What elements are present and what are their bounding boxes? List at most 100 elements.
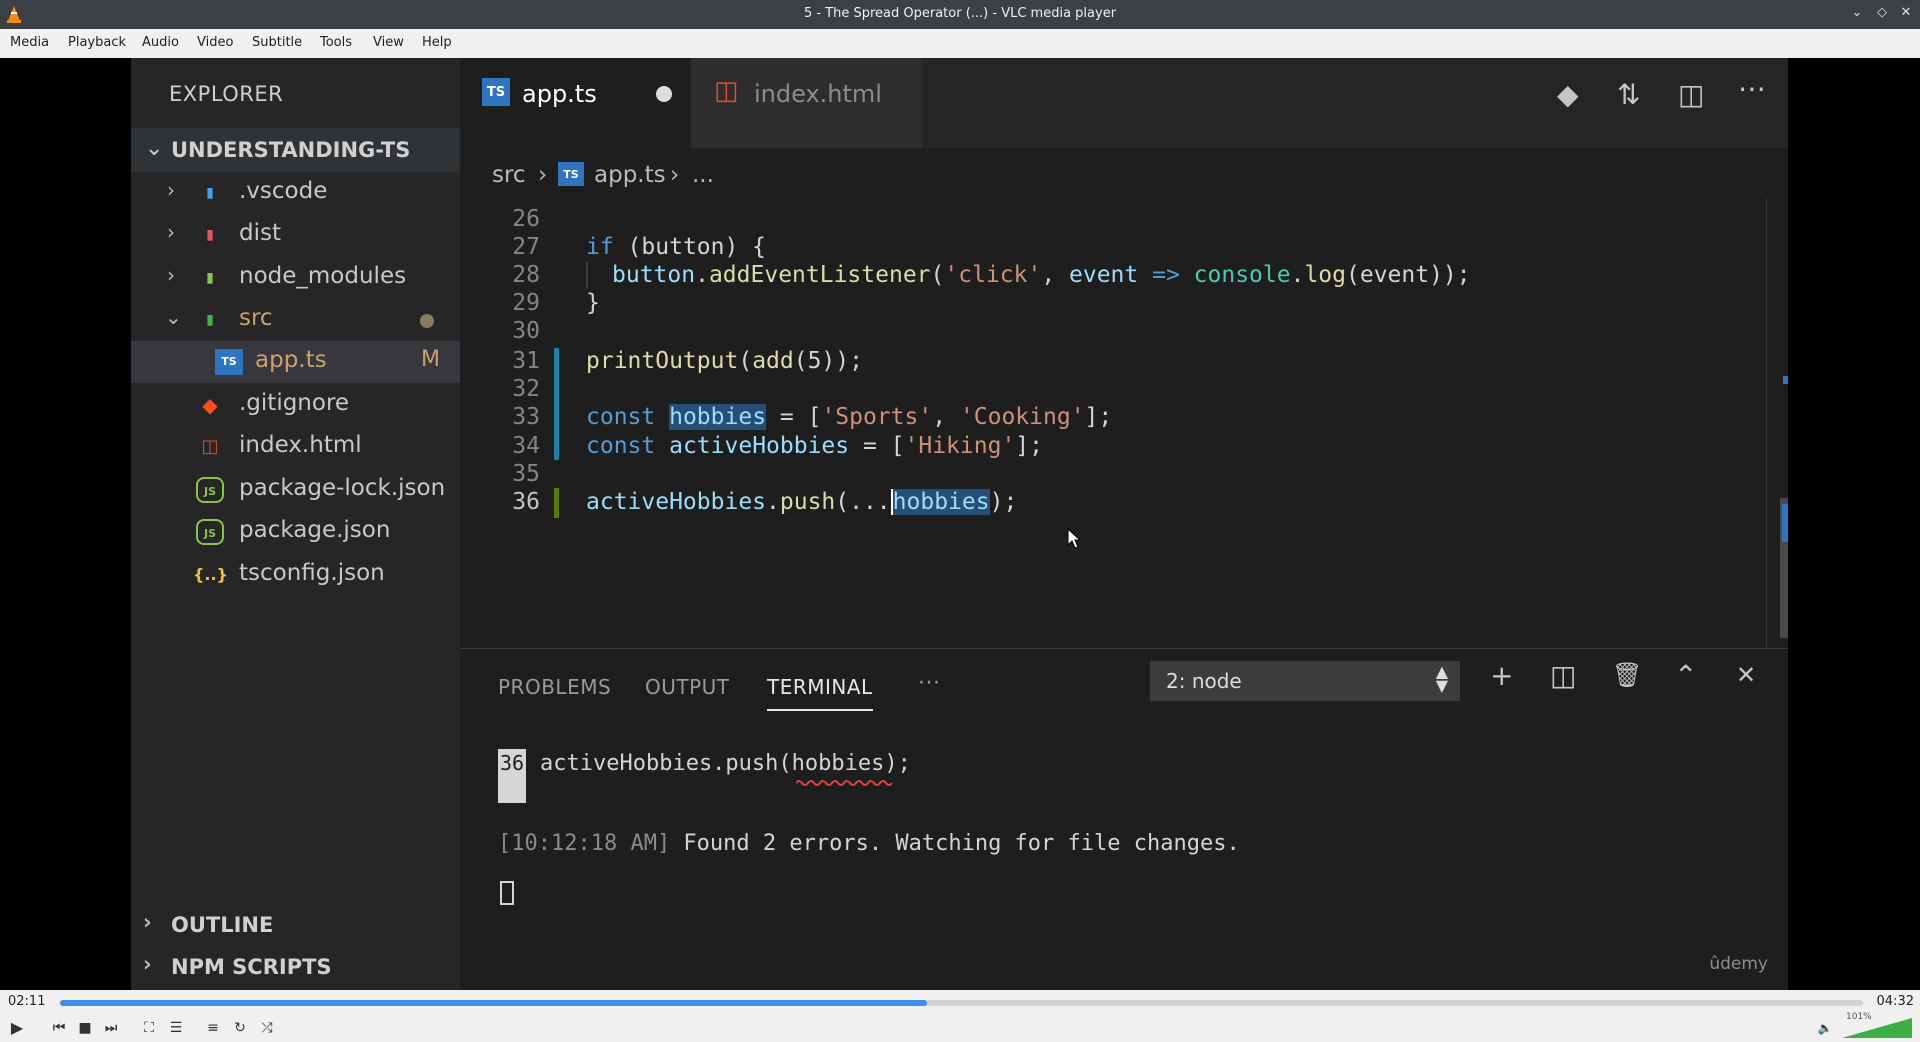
- extended-settings-icon[interactable]: ☰: [165, 1017, 187, 1039]
- menu-audio[interactable]: Audio: [142, 35, 179, 50]
- tab-label: index.html: [754, 80, 882, 108]
- tree-item-label: app.ts: [255, 347, 327, 373]
- tab-terminal[interactable]: TERMINAL: [767, 675, 873, 711]
- next-icon[interactable]: ⏭: [100, 1017, 122, 1039]
- menu-tools[interactable]: Tools: [320, 35, 352, 50]
- play-icon[interactable]: ▶: [6, 1017, 28, 1039]
- tab-problems[interactable]: PROBLEMS: [498, 675, 611, 699]
- plus-icon[interactable]: +: [1490, 659, 1513, 692]
- outline-label: OUTLINE: [171, 913, 274, 937]
- tab-output[interactable]: OUTPUT: [645, 675, 730, 699]
- menu-view[interactable]: View: [373, 35, 404, 50]
- tree-item-label: dist: [239, 220, 281, 246]
- select-arrows-icon: ▲ ▼: [1435, 662, 1448, 695]
- menu-bar: Media Playback Audio Video Subtitle Tool…: [0, 29, 1920, 58]
- elapsed-time: 02:11: [8, 994, 46, 1009]
- stop-icon[interactable]: ■: [74, 1017, 96, 1039]
- chevron-right-icon: ›: [143, 910, 152, 934]
- overview-ruler-marker: [1782, 504, 1788, 542]
- tree-item-vscode: › ▮ .vscode: [131, 172, 460, 214]
- fullscreen-icon[interactable]: ⛶: [138, 1017, 160, 1039]
- split-terminal-icon[interactable]: ◫: [1550, 659, 1576, 692]
- more-tabs-icon[interactable]: ···: [918, 671, 940, 696]
- tree-item-label: node_modules: [239, 263, 407, 289]
- error-line-number: 36: [498, 749, 526, 803]
- chevron-up-icon[interactable]: ⌃: [1674, 659, 1697, 692]
- menu-video[interactable]: Video: [197, 35, 233, 50]
- selected-word: hobbies: [890, 489, 990, 515]
- typescript-file-icon: TS: [482, 78, 510, 106]
- line-number: 26: [512, 206, 540, 232]
- status-time: [10:12:18 AM]: [498, 831, 671, 856]
- trash-icon[interactable]: 🗑: [1612, 661, 1642, 689]
- tree-item-node-modules: › ▮ node_modules: [131, 257, 460, 299]
- window-title: 5 - The Spread Operator (...) - VLC medi…: [803, 6, 1117, 21]
- line-number: 30: [512, 318, 540, 344]
- menu-media[interactable]: Media: [10, 35, 49, 50]
- window-titlebar: 5 - The Spread Operator (...) - VLC medi…: [0, 0, 1920, 29]
- minimap-border: [1766, 198, 1767, 648]
- tab-index-html: ◫ index.html: [692, 58, 922, 148]
- error-squiggle: [796, 780, 892, 786]
- breadcrumb-file: app.ts: [594, 162, 666, 188]
- maximize-icon[interactable]: ◇: [1873, 4, 1891, 22]
- code-line-31: printOutput(add(5));: [586, 348, 863, 374]
- tree-item-index-html: ◫ index.html: [131, 426, 460, 468]
- player-controls: 02:11 04:32 ▶ ⏮ ■ ⏭ ⛶ ☰ ≡ ↻ ⤮ 🔈 101%: [0, 990, 1920, 1042]
- code-editor: 26 27 28 29 30 31 32 33 34 35 36 if (but…: [460, 198, 1788, 784]
- modified-badge: M: [421, 347, 440, 372]
- tree-item-package-lock: JS package-lock.json: [131, 469, 460, 511]
- shuffle-icon[interactable]: ⤮: [256, 1017, 278, 1039]
- chevron-right-icon: ›: [167, 220, 175, 244]
- tab-label: app.ts: [522, 80, 597, 108]
- close-panel-icon[interactable]: ✕: [1736, 661, 1756, 689]
- minimize-icon[interactable]: ⌄: [1848, 4, 1866, 22]
- line-number: 28: [512, 262, 540, 288]
- project-folder: ⌄ UNDERSTANDING-TS: [131, 128, 460, 172]
- npm-scripts-label: NPM SCRIPTS: [171, 955, 332, 979]
- tree-item-label: src: [239, 305, 273, 331]
- breadcrumb: src › TS app.ts › ...: [460, 148, 1788, 198]
- breadcrumb-folder: src: [492, 162, 526, 188]
- tree-item-dist: › ▮ dist: [131, 214, 460, 256]
- tree-item-label: index.html: [239, 432, 362, 458]
- git-diamond-icon: ◆: [1557, 78, 1579, 111]
- node-folder-icon: ▮: [206, 270, 214, 286]
- tab-app-ts: TS app.ts: [460, 58, 690, 148]
- chevron-right-icon: ›: [167, 263, 175, 287]
- previous-icon[interactable]: ⏮: [48, 1017, 70, 1039]
- menu-subtitle[interactable]: Subtitle: [252, 35, 302, 50]
- speaker-icon[interactable]: 🔈: [1814, 1017, 1836, 1039]
- code-line-27: if (button) {: [586, 234, 767, 260]
- video-frame: EXPLORER ⌄ UNDERSTANDING-TS › ▮ .vscode …: [131, 58, 1788, 990]
- code-line-33: const hobbies = ['Sports', 'Cooking'];: [586, 404, 1113, 430]
- explorer-header: EXPLORER: [169, 82, 284, 106]
- typescript-file-icon: TS: [558, 162, 584, 186]
- src-folder-icon: ▮: [206, 312, 214, 328]
- seek-bar[interactable]: [60, 1000, 1863, 1006]
- tree-item-label: .vscode: [239, 178, 328, 204]
- code-line-36: activeHobbies.push(...hobbies);: [586, 489, 1018, 515]
- nodejs-icon: JS: [196, 519, 224, 545]
- line-number: 31: [512, 348, 540, 374]
- typescript-file-icon: TS: [215, 349, 243, 375]
- tree-item-package-json: JS package.json: [131, 511, 460, 553]
- close-window-icon[interactable]: ✕: [1897, 4, 1915, 22]
- menu-playback[interactable]: Playback: [68, 35, 126, 50]
- menu-help[interactable]: Help: [422, 35, 452, 50]
- tree-item-gitignore: ◆ .gitignore: [131, 384, 460, 426]
- line-number: 36: [512, 489, 540, 515]
- video-area[interactable]: EXPLORER ⌄ UNDERSTANDING-TS › ▮ .vscode …: [0, 58, 1920, 990]
- code-line-29: }: [586, 290, 600, 316]
- loop-icon[interactable]: ↻: [229, 1017, 251, 1039]
- split-editor-icon: ◫: [1678, 78, 1705, 111]
- html5-icon: ◫: [714, 76, 739, 106]
- terminal-select[interactable]: 2: node ▲ ▼: [1150, 661, 1460, 701]
- indent-guide: [586, 262, 588, 288]
- project-name: UNDERSTANDING-TS: [171, 138, 411, 162]
- volume-slider[interactable]: 101%: [1842, 1012, 1912, 1038]
- tree-item-label: tsconfig.json: [239, 560, 385, 586]
- playlist-icon[interactable]: ≡: [202, 1017, 224, 1039]
- status-line: [10:12:18 AM] Found 2 errors. Watching f…: [498, 831, 1240, 856]
- compare-changes-icon: ⇅: [1617, 78, 1641, 111]
